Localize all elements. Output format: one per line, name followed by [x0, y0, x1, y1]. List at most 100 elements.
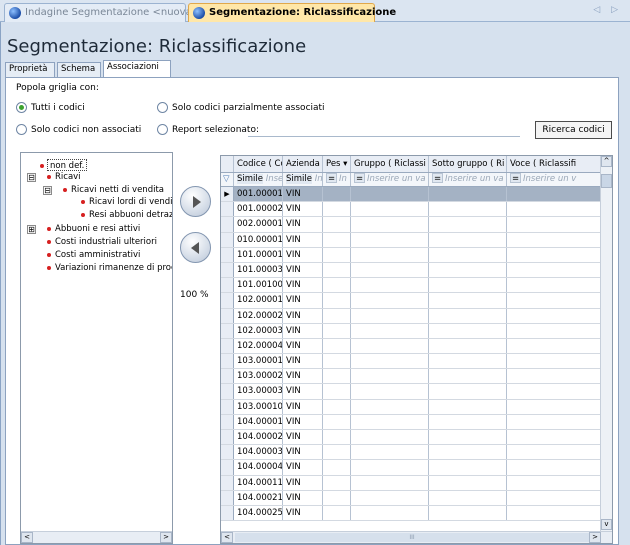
table-row[interactable]: 104.00004 VIN [221, 460, 601, 476]
header-voce[interactable]: Voce ( Riclassifi [507, 156, 601, 172]
cell-sotto-gruppo[interactable] [429, 187, 507, 202]
cell-codice[interactable]: 102.00004 [234, 338, 283, 354]
row-header[interactable] [221, 202, 234, 217]
cell-voce[interactable] [507, 445, 601, 460]
radio-report-selezionato[interactable] [157, 124, 168, 135]
cell-voce[interactable] [507, 384, 601, 399]
collapse-icon[interactable]: ⊟ [43, 186, 52, 195]
cell-codice[interactable]: 104.00011 [234, 475, 283, 490]
cell-voce[interactable] [507, 430, 601, 445]
cell-pes[interactable] [323, 187, 351, 202]
cell-voce[interactable] [507, 293, 601, 308]
expand-icon[interactable]: ⊞ [27, 225, 36, 234]
row-header[interactable] [221, 278, 234, 293]
filter-sotto-gruppo[interactable]: = Inserire un va [429, 173, 507, 186]
table-row[interactable]: 101.00100 VIN [221, 278, 601, 294]
header-codice[interactable]: Codice ( Cont [234, 156, 283, 172]
cell-pes[interactable] [323, 278, 351, 293]
cell-azienda[interactable]: VIN [283, 414, 323, 429]
cell-sotto-gruppo[interactable] [429, 338, 507, 354]
cell-codice[interactable]: 103.00001 [234, 354, 283, 369]
scroll-right-icon[interactable]: > [589, 532, 601, 543]
cell-codice[interactable]: 103.00010 [234, 399, 283, 414]
cell-azienda[interactable]: VIN [283, 490, 323, 505]
cell-voce[interactable] [507, 217, 601, 232]
table-row[interactable]: 104.00003 VIN [221, 445, 601, 461]
cell-gruppo[interactable] [351, 399, 429, 414]
scroll-right-icon[interactable]: > [160, 532, 172, 543]
table-row[interactable]: 103.00010 VIN [221, 399, 601, 415]
table-row[interactable]: 104.00011 VIN [221, 475, 601, 491]
grid-vertical-scrollbar[interactable]: ^ v [600, 156, 612, 532]
table-row[interactable]: 103.00002 VIN [221, 369, 601, 385]
cell-voce[interactable] [507, 187, 601, 202]
cell-pes[interactable] [323, 232, 351, 247]
collapse-icon[interactable]: ⊟ [27, 173, 36, 182]
tab-schema[interactable]: Schema [57, 62, 101, 77]
tree-node[interactable]: Ricavi netti di vendita [63, 184, 164, 196]
cell-pes[interactable] [323, 430, 351, 445]
cell-azienda[interactable]: VIN [283, 505, 323, 521]
cell-codice[interactable]: 104.00003 [234, 445, 283, 460]
cell-pes[interactable] [323, 460, 351, 475]
table-row[interactable]: 101.00001 VIN [221, 247, 601, 263]
cell-sotto-gruppo[interactable] [429, 308, 507, 323]
cell-sotto-gruppo[interactable] [429, 399, 507, 414]
cell-pes[interactable] [323, 293, 351, 308]
cell-azienda[interactable]: VIN [283, 338, 323, 354]
cell-gruppo[interactable] [351, 384, 429, 399]
cell-gruppo[interactable] [351, 490, 429, 505]
tree-node[interactable]: Abbuoni e resi attivi [47, 223, 140, 235]
table-row[interactable]: ▶ 001.00001 VIN [221, 187, 601, 203]
tree-horizontal-scrollbar[interactable]: < > [21, 531, 172, 543]
cell-gruppo[interactable] [351, 323, 429, 338]
cell-azienda[interactable]: VIN [283, 217, 323, 232]
cell-gruppo[interactable] [351, 475, 429, 490]
cell-azienda[interactable]: VIN [283, 278, 323, 293]
cell-pes[interactable] [323, 247, 351, 262]
row-header[interactable] [221, 262, 234, 278]
row-header[interactable] [221, 247, 234, 262]
ricerca-codici-button[interactable]: Ricerca codici [535, 121, 612, 139]
table-row[interactable]: 104.00002 VIN [221, 430, 601, 446]
cell-azienda[interactable]: VIN [283, 475, 323, 490]
cell-gruppo[interactable] [351, 202, 429, 217]
cell-pes[interactable] [323, 399, 351, 414]
cell-sotto-gruppo[interactable] [429, 430, 507, 445]
scroll-down-icon[interactable]: v [601, 519, 612, 530]
table-row[interactable]: 001.00002 VIN [221, 202, 601, 218]
cell-codice[interactable]: 104.00002 [234, 430, 283, 445]
row-header[interactable] [221, 460, 234, 475]
table-row[interactable]: 104.00025 VIN [221, 505, 601, 522]
row-header[interactable] [221, 354, 234, 369]
cell-gruppo[interactable] [351, 278, 429, 293]
table-row[interactable]: 102.00003 VIN [221, 323, 601, 339]
cell-pes[interactable] [323, 262, 351, 278]
cell-codice[interactable]: 104.00004 [234, 460, 283, 475]
row-header[interactable] [221, 445, 234, 460]
cell-pes[interactable] [323, 475, 351, 490]
row-header[interactable] [221, 369, 234, 384]
cell-codice[interactable]: 001.00002 [234, 202, 283, 217]
cell-sotto-gruppo[interactable] [429, 202, 507, 217]
cell-voce[interactable] [507, 369, 601, 384]
table-row[interactable]: 104.00021 VIN [221, 490, 601, 506]
cell-codice[interactable]: 104.00021 [234, 490, 283, 505]
filter-gruppo[interactable]: = Inserire un va [351, 173, 429, 186]
cell-sotto-gruppo[interactable] [429, 323, 507, 338]
tab-scroll-arrows-icon[interactable]: ◁ ▷ [593, 5, 622, 15]
cell-azienda[interactable]: VIN [283, 202, 323, 217]
cell-sotto-gruppo[interactable] [429, 414, 507, 429]
tree-node[interactable]: Costi industriali ulteriori [47, 236, 157, 248]
cell-pes[interactable] [323, 369, 351, 384]
cell-codice[interactable]: 102.00002 [234, 308, 283, 323]
filter-codice[interactable]: Simile Inserir [234, 173, 283, 186]
cell-pes[interactable] [323, 338, 351, 354]
cell-azienda[interactable]: VIN [283, 247, 323, 262]
cell-gruppo[interactable] [351, 338, 429, 354]
cell-azienda[interactable]: VIN [283, 430, 323, 445]
cell-voce[interactable] [507, 354, 601, 369]
cell-codice[interactable]: 102.00003 [234, 323, 283, 338]
cell-voce[interactable] [507, 338, 601, 354]
table-row[interactable]: 102.00004 VIN [221, 338, 601, 355]
